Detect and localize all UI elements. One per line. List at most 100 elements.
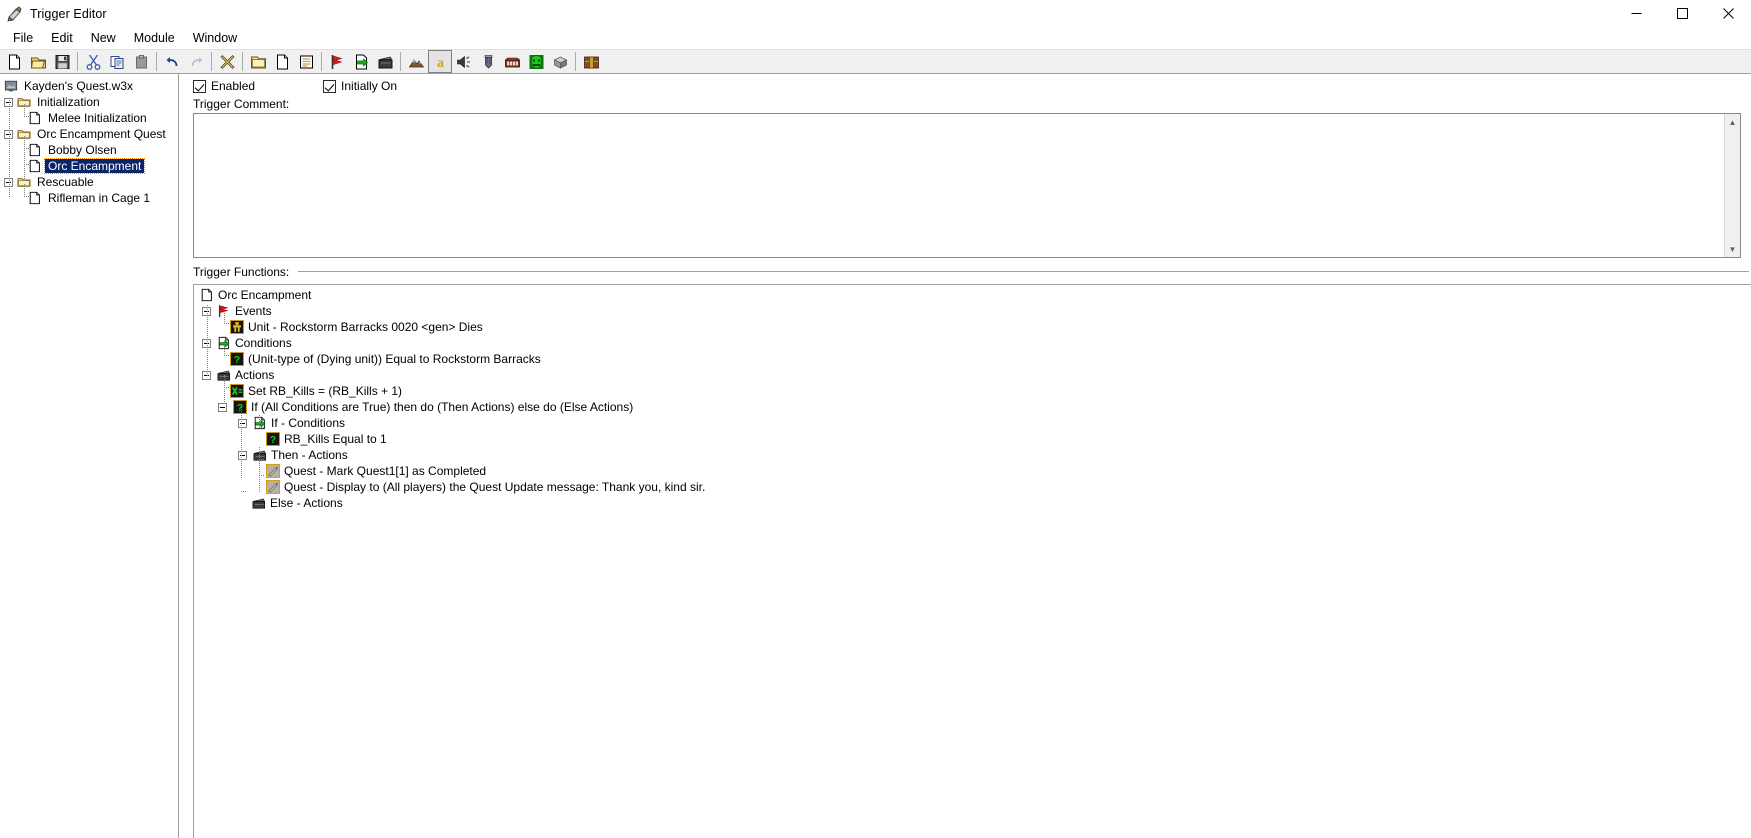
new-category-button[interactable]: [246, 50, 270, 73]
fn-row-trigger-root[interactable]: Orc Encampment: [194, 287, 1751, 303]
tree-guide-line: [24, 164, 29, 165]
new-comment-button[interactable]: [294, 50, 318, 73]
trigger-comment-input[interactable]: [194, 114, 1724, 257]
fn-row-label: RB_Kills Equal to 1: [284, 432, 387, 446]
object-manager-icon: [552, 54, 569, 70]
trigger-comment-box[interactable]: ▲ ▼: [193, 113, 1741, 258]
save-map-button[interactable]: [50, 50, 74, 73]
new-action-button[interactable]: [373, 50, 397, 73]
menu-file[interactable]: File: [4, 28, 42, 48]
fn-row-conditions[interactable]: Conditions: [194, 335, 1751, 351]
tree-root-map[interactable]: Kayden's Quest.w3x: [0, 78, 178, 94]
fn-row-else-actions[interactable]: Else - Actions: [194, 495, 1751, 511]
tree-node-label-selected: Orc Encampment: [43, 158, 146, 174]
new-trigger-button[interactable]: [270, 50, 294, 73]
enabled-checkbox[interactable]: [193, 79, 206, 93]
expander-if-conditions[interactable]: [238, 418, 247, 428]
trigger-tree-pane[interactable]: Kayden's Quest.w3x Initialization Melee …: [0, 74, 179, 838]
fn-row-if-conditions[interactable]: If - Conditions: [194, 415, 1751, 431]
fn-row-label: Events: [235, 304, 272, 318]
fn-row-set-variable[interactable]: Set RB_Kills = (RB_Kills + 1): [194, 383, 1751, 399]
tree-node-orc-encampment[interactable]: Orc Encampment: [0, 158, 178, 174]
tree-node-bobby-olsen[interactable]: Bobby Olsen: [0, 142, 178, 158]
object-editor-button[interactable]: [476, 50, 500, 73]
fn-guide-line: [241, 491, 247, 492]
question-icon: ?: [232, 399, 248, 415]
new-action-icon: [377, 54, 394, 70]
fn-row-label: Then - Actions: [271, 448, 348, 462]
ai-editor-button[interactable]: [524, 50, 548, 73]
initially-on-checkbox[interactable]: [323, 79, 337, 93]
tree-node-label: Initialization: [37, 95, 100, 109]
fn-row-condition-unittype[interactable]: ? (Unit-type of (Dying unit)) Equal to R…: [194, 351, 1751, 367]
expander-then-actions[interactable]: [238, 450, 247, 460]
fn-row-then-actions[interactable]: Then - Actions: [194, 447, 1751, 463]
open-map-button[interactable]: [26, 50, 50, 73]
tree-node-label: Melee Initialization: [48, 111, 147, 125]
fn-row-actions[interactable]: Actions: [194, 367, 1751, 383]
campaign-editor-button[interactable]: [500, 50, 524, 73]
svg-text:?: ?: [237, 402, 243, 414]
fn-row-label: If (All Conditions are True) then do (Th…: [251, 400, 634, 414]
new-map-button[interactable]: [2, 50, 26, 73]
minimize-button[interactable]: [1613, 0, 1659, 27]
trigger-icon: [28, 159, 42, 173]
tree-guide-line: [24, 136, 25, 182]
tree-root-label: Kayden's Quest.w3x: [24, 79, 134, 93]
menu-window[interactable]: Window: [184, 28, 246, 48]
fn-row-label: Unit - Rockstorm Barracks 0020 <gen> Die…: [248, 320, 483, 334]
scroll-up-icon[interactable]: ▲: [1725, 114, 1740, 130]
menu-module[interactable]: Module: [125, 28, 184, 48]
fn-row-label: Actions: [235, 368, 275, 382]
fn-row-quest-display-message[interactable]: Quest - Display to (All players) the Que…: [194, 479, 1751, 495]
close-button[interactable]: [1705, 0, 1751, 27]
trigger-functions-tree[interactable]: Orc Encampment Events Unit - Rockstorm B…: [193, 284, 1751, 838]
toolbar-separator: [397, 51, 404, 72]
delete-button[interactable]: [215, 50, 239, 73]
question-icon: ?: [265, 431, 281, 447]
fn-row-rbkills-equal[interactable]: ? RB_Kills Equal to 1: [194, 431, 1751, 447]
new-event-button[interactable]: [325, 50, 349, 73]
fn-row-events[interactable]: Events: [194, 303, 1751, 319]
copy-button[interactable]: [105, 50, 129, 73]
terrain-editor-button[interactable]: [404, 50, 428, 73]
sound-editor-button[interactable]: [452, 50, 476, 73]
object-manager-button[interactable]: [548, 50, 572, 73]
trigger-functions-label: Trigger Functions:: [193, 265, 290, 279]
import-manager-button[interactable]: [579, 50, 603, 73]
paste-button[interactable]: [129, 50, 153, 73]
tree-node-melee-initialization[interactable]: Melee Initialization: [0, 110, 178, 126]
new-trigger-icon: [274, 54, 291, 70]
expander-if-then-else[interactable]: [218, 402, 227, 412]
quest-icon: [265, 463, 281, 479]
comment-vertical-scrollbar[interactable]: ▲ ▼: [1724, 114, 1740, 257]
fn-row-quest-mark-completed[interactable]: Quest - Mark Quest1[1] as Completed: [194, 463, 1751, 479]
undo-button[interactable]: [160, 50, 184, 73]
fn-guide-line: [259, 447, 260, 493]
cut-button[interactable]: [81, 50, 105, 73]
title-bar: Trigger Editor: [0, 0, 1751, 27]
paste-icon: [133, 54, 150, 70]
fn-row-if-then-else[interactable]: ? If (All Conditions are True) then do (…: [194, 399, 1751, 415]
fn-guide-line: [259, 475, 265, 476]
tree-node-orc-encampment-quest[interactable]: Orc Encampment Quest: [0, 126, 178, 142]
trigger-icon: [28, 111, 42, 125]
tree-node-initialization[interactable]: Initialization: [0, 94, 178, 110]
trigger-editor-button[interactable]: a: [428, 50, 452, 73]
tree-node-rifleman-in-cage-1[interactable]: Rifleman in Cage 1: [0, 190, 178, 206]
new-map-icon: [6, 54, 23, 70]
import-manager-icon: [583, 54, 600, 70]
fn-row-label: If - Conditions: [271, 416, 346, 430]
fn-row-event-unit-dies[interactable]: Unit - Rockstorm Barracks 0020 <gen> Die…: [194, 319, 1751, 335]
new-category-icon: [250, 54, 267, 70]
tree-node-rescuable[interactable]: Rescuable: [0, 174, 178, 190]
tree-node-label: Rescuable: [37, 175, 94, 189]
scroll-down-icon[interactable]: ▼: [1725, 241, 1740, 257]
toolbar: a: [0, 49, 1751, 74]
window-title: Trigger Editor: [30, 6, 107, 21]
menu-edit[interactable]: Edit: [42, 28, 82, 48]
campaign-editor-icon: [504, 54, 521, 70]
maximize-button[interactable]: [1659, 0, 1705, 27]
menu-new[interactable]: New: [82, 28, 125, 48]
new-condition-button[interactable]: [349, 50, 373, 73]
